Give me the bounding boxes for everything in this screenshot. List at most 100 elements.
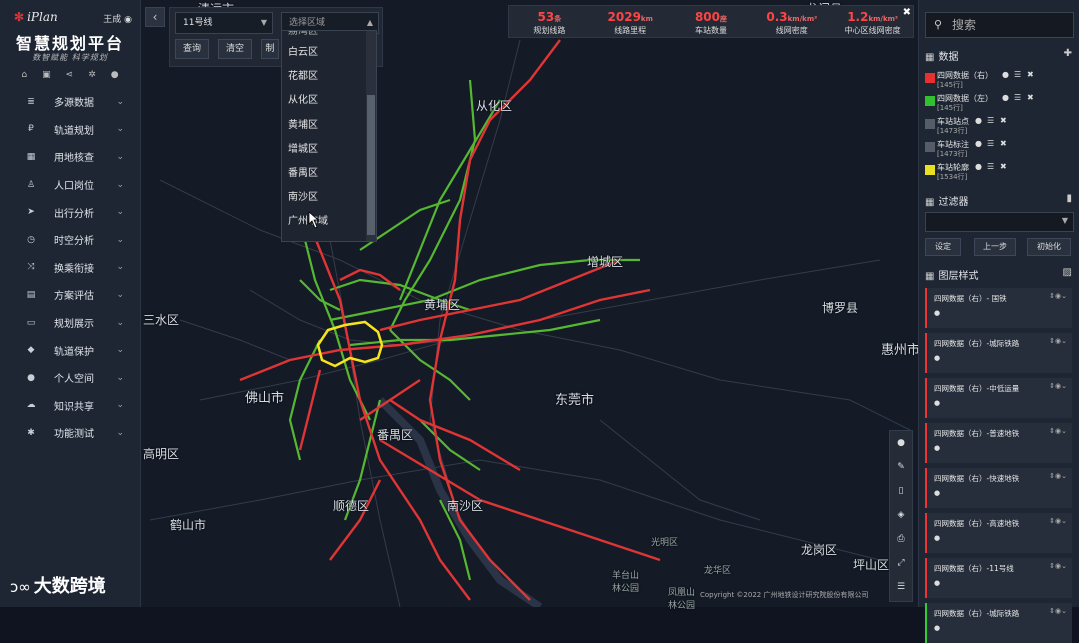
filter-reset-button[interactable]: 初始化 [1027,238,1071,256]
layer-card[interactable]: 四网数据（右）-普速地铁 ● ⇕◉⌄ [925,423,1072,463]
dropdown-option[interactable]: 南沙区 [282,186,376,210]
line-select[interactable]: 11号线 ▼ [175,12,273,34]
menu-item[interactable]: ▦ 用地核查 ⌄ [0,143,140,171]
color-swatch[interactable] [925,73,935,83]
dropdown-option[interactable]: 花都区 [282,65,376,89]
layer-controls[interactable]: ⇕◉⌄ [1049,382,1067,390]
list-icon[interactable]: ☰ [987,116,994,125]
location-icon[interactable]: ● [1002,93,1009,102]
add-icon[interactable]: ✚ [1064,48,1072,59]
menu-item[interactable]: ▤ 方案评估 ⌄ [0,281,140,309]
location-icon[interactable]: ● [934,399,940,407]
data-list-item[interactable]: 车站标注 [1473行] ● ☰ ✖ [925,139,1077,161]
save-icon[interactable]: ▣ [42,70,51,80]
layer-card[interactable]: 四网数据（右）- 国铁 ● ⇕◉⌄ [925,288,1072,328]
close-icon[interactable]: ✖ [1027,70,1034,79]
book-icon[interactable]: ▮ [1066,193,1072,204]
dropdown-option[interactable]: 从化区 [282,89,376,113]
layer-card[interactable]: 四网数据（右）-中低运量 ● ⇕◉⌄ [925,378,1072,418]
menu-item[interactable]: ♙ 人口岗位 ⌄ [0,171,140,199]
dropdown-scrollbar[interactable] [366,31,376,241]
home-icon[interactable]: ⌂ [21,70,27,80]
location-icon[interactable]: ● [975,162,982,171]
layer-card[interactable]: 四网数据（右）-城际铁路 ● ⇕◉⌄ [925,603,1072,643]
dropdown-option[interactable]: 荔湾区 [282,31,376,41]
query-button[interactable]: 查询 [175,39,209,59]
search-input[interactable]: ⚲ 搜索 [925,12,1074,38]
menu-item[interactable]: ● 个人空间 ⌄ [0,364,140,392]
list-icon[interactable]: ☰ [987,162,994,171]
color-swatch[interactable] [925,165,935,175]
dropdown-option[interactable]: 番禺区 [282,162,376,186]
layer-controls[interactable]: ⇕◉⌄ [1049,607,1067,615]
area-dropdown-list[interactable]: 荔湾区 白云区 花都区 从化区 黄埔区 增城区 番禺区 南沙区 广州市域 [281,30,377,242]
layer-controls[interactable]: ⇕◉⌄ [1049,562,1067,570]
location-icon[interactable]: ● [934,534,940,542]
location-icon[interactable]: ● [1002,70,1009,79]
trash-tool-icon[interactable]: ▯ [890,479,912,503]
gear-icon[interactable]: ✲ [88,70,96,80]
location-icon[interactable]: ● [975,116,982,125]
layer-controls[interactable]: ⇕◉⌄ [1049,517,1067,525]
location-icon[interactable]: ● [934,489,940,497]
menu-item[interactable]: ◆ 轨道保护 ⌄ [0,336,140,364]
pin-icon[interactable]: ● [111,70,119,80]
data-list-item[interactable]: 四网数据（左） [145行] ● ☰ ✖ [925,93,1077,115]
menu-item[interactable]: ⤨ 换乘衔接 ⌄ [0,254,140,282]
list-tool-icon[interactable]: ☰ [890,575,912,599]
user-menu[interactable]: 王成 ◉ [103,12,132,25]
color-swatch[interactable] [925,142,935,152]
layer-card[interactable]: 四网数据（右）-快速地铁 ● ⇕◉⌄ [925,468,1072,508]
fullscreen-tool-icon[interactable]: ⤢ [890,551,912,575]
dropdown-option[interactable]: 广州市域 [282,210,376,234]
layer-card[interactable]: 四网数据（右）-高速地铁 ● ⇕◉⌄ [925,513,1072,553]
data-list-item[interactable]: 车站站点 [1473行] ● ☰ ✖ [925,116,1077,138]
menu-item[interactable]: ☁ 知识共享 ⌄ [0,392,140,420]
data-list-item[interactable]: 四网数据（右） [145行] ● ☰ ✖ [925,70,1077,92]
dropdown-option[interactable]: 白云区 [282,41,376,65]
location-icon[interactable]: ● [934,309,940,317]
location-icon[interactable]: ● [934,579,940,587]
menu-item[interactable]: ✱ 功能测试 ⌄ [0,419,140,447]
close-icon[interactable]: ✖ [1000,162,1007,171]
share-icon[interactable]: ⋖ [66,70,74,80]
color-swatch[interactable] [925,119,935,129]
menu-item[interactable]: ▭ 规划展示 ⌄ [0,309,140,337]
menu-item[interactable]: ₽ 轨道规划 ⌄ [0,116,140,144]
layer-controls[interactable]: ⇕◉⌄ [1049,337,1067,345]
clear-button[interactable]: 清空 [218,39,252,59]
location-icon[interactable]: ● [975,139,982,148]
print-tool-icon[interactable]: ⎙ [890,527,912,551]
pencil-tool-icon[interactable]: ✎ [890,455,912,479]
location-icon[interactable]: ● [934,624,940,632]
layer-controls[interactable]: ⇕◉⌄ [1049,427,1067,435]
data-list-item[interactable]: 车站轮廓 [1534行] ● ☰ ✖ [925,162,1077,184]
filter-back-button[interactable]: 上一步 [974,238,1016,256]
menu-item[interactable]: ◷ 时空分析 ⌄ [0,226,140,254]
marker-tool-icon[interactable]: ● [890,431,912,455]
image-icon[interactable]: ▨ [1063,267,1072,278]
list-icon[interactable]: ☰ [1014,93,1021,102]
close-icon[interactable]: ✖ [903,7,911,18]
list-icon[interactable]: ☰ [987,139,994,148]
close-icon[interactable]: ✖ [1027,93,1034,102]
close-icon[interactable]: ✖ [1000,116,1007,125]
filter-select[interactable]: ▼ [925,212,1074,232]
layer-card[interactable]: 四网数据（右）-11号线 ● ⇕◉⌄ [925,558,1072,598]
collapse-sidebar-button[interactable]: ‹ [145,7,165,27]
dropdown-option[interactable]: 黄埔区 [282,114,376,138]
extra-button[interactable]: 制 [261,39,279,59]
dropdown-option[interactable]: 增城区 [282,138,376,162]
cube-tool-icon[interactable]: ◈ [890,503,912,527]
location-icon[interactable]: ● [934,354,940,362]
close-icon[interactable]: ✖ [1000,139,1007,148]
filter-set-button[interactable]: 设定 [925,238,961,256]
layer-controls[interactable]: ⇕◉⌄ [1049,472,1067,480]
color-swatch[interactable] [925,96,935,106]
list-icon[interactable]: ☰ [1014,70,1021,79]
scrollbar-thumb[interactable] [367,95,375,235]
layer-controls[interactable]: ⇕◉⌄ [1049,292,1067,300]
menu-item[interactable]: ≣ 多源数据 ⌄ [0,88,140,116]
menu-item[interactable]: ➤ 出行分析 ⌄ [0,198,140,226]
location-icon[interactable]: ● [934,444,940,452]
